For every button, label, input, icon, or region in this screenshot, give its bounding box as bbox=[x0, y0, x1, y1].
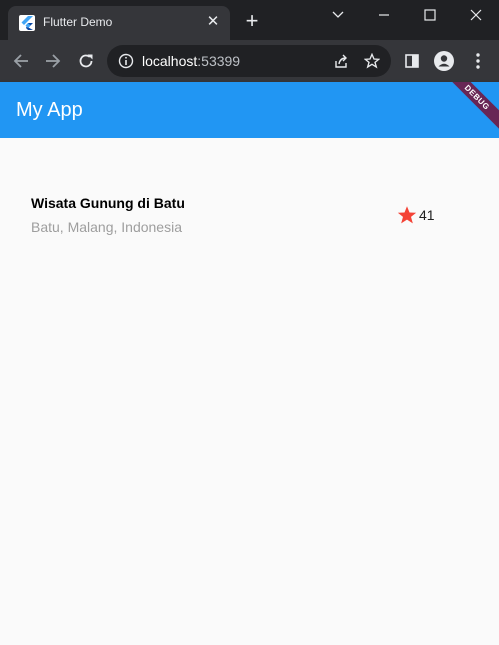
browser-toolbar: localhost:53399 bbox=[0, 40, 499, 82]
window-close-icon[interactable] bbox=[453, 0, 499, 30]
url-host: localhost bbox=[142, 53, 198, 69]
minimize-icon[interactable] bbox=[361, 0, 407, 30]
browser-tab-strip: Flutter Demo ✕ + bbox=[0, 0, 499, 40]
place-name: Wisata Gunung di Batu bbox=[31, 195, 185, 211]
tab-title: Flutter Demo bbox=[43, 15, 113, 29]
url-port: :53399 bbox=[197, 53, 241, 69]
reload-icon[interactable] bbox=[75, 50, 97, 72]
back-icon[interactable] bbox=[10, 50, 32, 72]
maximize-icon[interactable] bbox=[407, 0, 453, 30]
flutter-favicon-icon bbox=[19, 15, 35, 31]
side-panel-icon[interactable] bbox=[401, 50, 423, 72]
app-title: My App bbox=[16, 99, 83, 121]
profile-avatar-icon[interactable] bbox=[433, 50, 455, 72]
bookmark-star-icon[interactable] bbox=[361, 50, 383, 72]
address-bar[interactable]: localhost:53399 bbox=[107, 45, 391, 77]
place-location: Batu, Malang, Indonesia bbox=[31, 219, 182, 235]
app-body: Wisata Gunung di Batu Batu, Malang, Indo… bbox=[0, 138, 499, 645]
app-bar: My App DEBUG bbox=[0, 82, 499, 138]
forward-icon[interactable] bbox=[42, 50, 64, 72]
share-icon[interactable] bbox=[330, 50, 352, 72]
url-text: localhost:53399 bbox=[142, 53, 240, 69]
place-list-item: Wisata Gunung di Batu Batu, Malang, Indo… bbox=[31, 194, 441, 238]
debug-banner: DEBUG bbox=[437, 82, 499, 138]
tab-search-icon[interactable] bbox=[315, 0, 361, 30]
browser-tab[interactable]: Flutter Demo ✕ bbox=[8, 6, 230, 40]
tab-close-icon[interactable]: ✕ bbox=[204, 13, 222, 31]
rating-count: 41 bbox=[419, 207, 435, 223]
browser-menu-icon[interactable] bbox=[467, 50, 489, 72]
new-tab-icon[interactable]: + bbox=[243, 10, 261, 32]
star-icon bbox=[397, 205, 417, 225]
site-info-icon[interactable] bbox=[115, 50, 137, 72]
